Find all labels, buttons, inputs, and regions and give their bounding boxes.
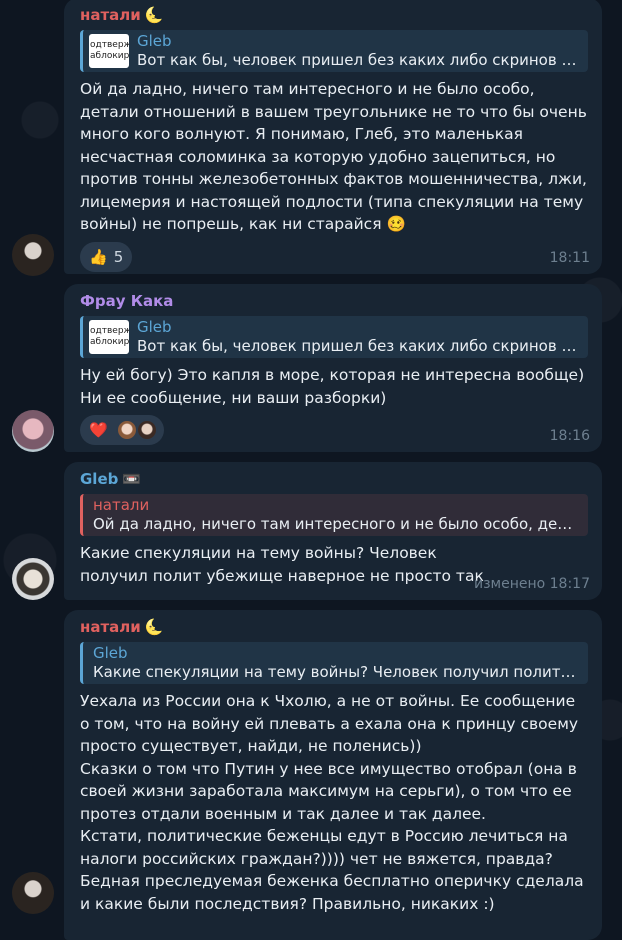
message-bubble[interactable]: натали 🌜 Gleb Какие спекуляции на тему в… (64, 610, 602, 940)
sender-name[interactable]: натали 🌜 (80, 4, 588, 26)
heart-icon: ❤️ (89, 421, 108, 439)
reply-snippet: Какие спекуляции на тему войны? Человек … (93, 663, 580, 681)
reply-preview[interactable]: натали Ой да ладно, ничего там интересно… (80, 494, 588, 536)
message-text: Уехала из России она к Чхолю, а не от во… (80, 692, 584, 913)
avatar[interactable] (12, 410, 54, 452)
thumbs-up-icon: 👍 (89, 247, 108, 266)
message-bubble[interactable]: натали 🌜 одтверж аблокир Gleb Вот как бы… (64, 0, 602, 274)
message-time: 18:16 (549, 428, 590, 444)
reactor-avatar (115, 419, 138, 441)
moon-emoji-icon: 🌜 (144, 6, 164, 24)
reply-preview[interactable]: Gleb Какие спекуляции на тему войны? Чел… (80, 642, 588, 684)
avatar[interactable] (12, 558, 54, 600)
reply-author: натали (93, 496, 150, 514)
reply-thumbnail: одтверж аблокир (89, 320, 129, 354)
reaction-count: 5 (113, 247, 124, 266)
sender-name[interactable]: Gleb 📼 (80, 468, 588, 490)
message-bubble[interactable]: Gleb 📼 натали Ой да ладно, ничего там ин… (64, 462, 602, 600)
sender-name[interactable]: натали 🌜 (80, 616, 588, 638)
reply-thumbnail: одтверж аблокир (89, 34, 129, 68)
reactor-avatar (135, 419, 158, 441)
reaction-heart[interactable]: ❤️ (80, 415, 164, 445)
message-text: Ну ей богу) Это капля в море, которая не… (80, 366, 590, 407)
message-time: изменено 18:17 (474, 576, 590, 592)
reply-snippet: Ой да ладно, ничего там интересного и не… (93, 515, 580, 533)
reply-preview[interactable]: одтверж аблокир Gleb Вот как бы, человек… (80, 316, 588, 358)
reply-snippet: Вот как бы, человек пришел без каких либ… (137, 337, 580, 355)
sender-name[interactable]: Фрау Кака (80, 290, 588, 312)
message-bubble[interactable]: Фрау Кака одтверж аблокир Gleb Вот как б… (64, 284, 602, 452)
tape-emoji-icon: 📼 (122, 470, 142, 488)
reply-snippet: Вот как бы, человек пришел без каких либ… (137, 51, 580, 69)
reaction-thumbs-up[interactable]: 👍 5 (80, 241, 133, 272)
avatar[interactable] (12, 234, 54, 276)
reply-author: Gleb (137, 318, 172, 336)
reply-author: Gleb (93, 644, 128, 662)
message-text: Какие спекуляции на тему войны? Человек … (80, 544, 484, 585)
message-time: 18:11 (549, 250, 590, 266)
avatar[interactable] (12, 872, 54, 914)
reply-author: Gleb (137, 32, 172, 50)
message-text: Ой да ладно, ничего там интересного и не… (80, 80, 592, 233)
moon-emoji-icon: 🌜 (144, 618, 164, 636)
reply-preview[interactable]: одтверж аблокир Gleb Вот как бы, человек… (80, 30, 588, 72)
